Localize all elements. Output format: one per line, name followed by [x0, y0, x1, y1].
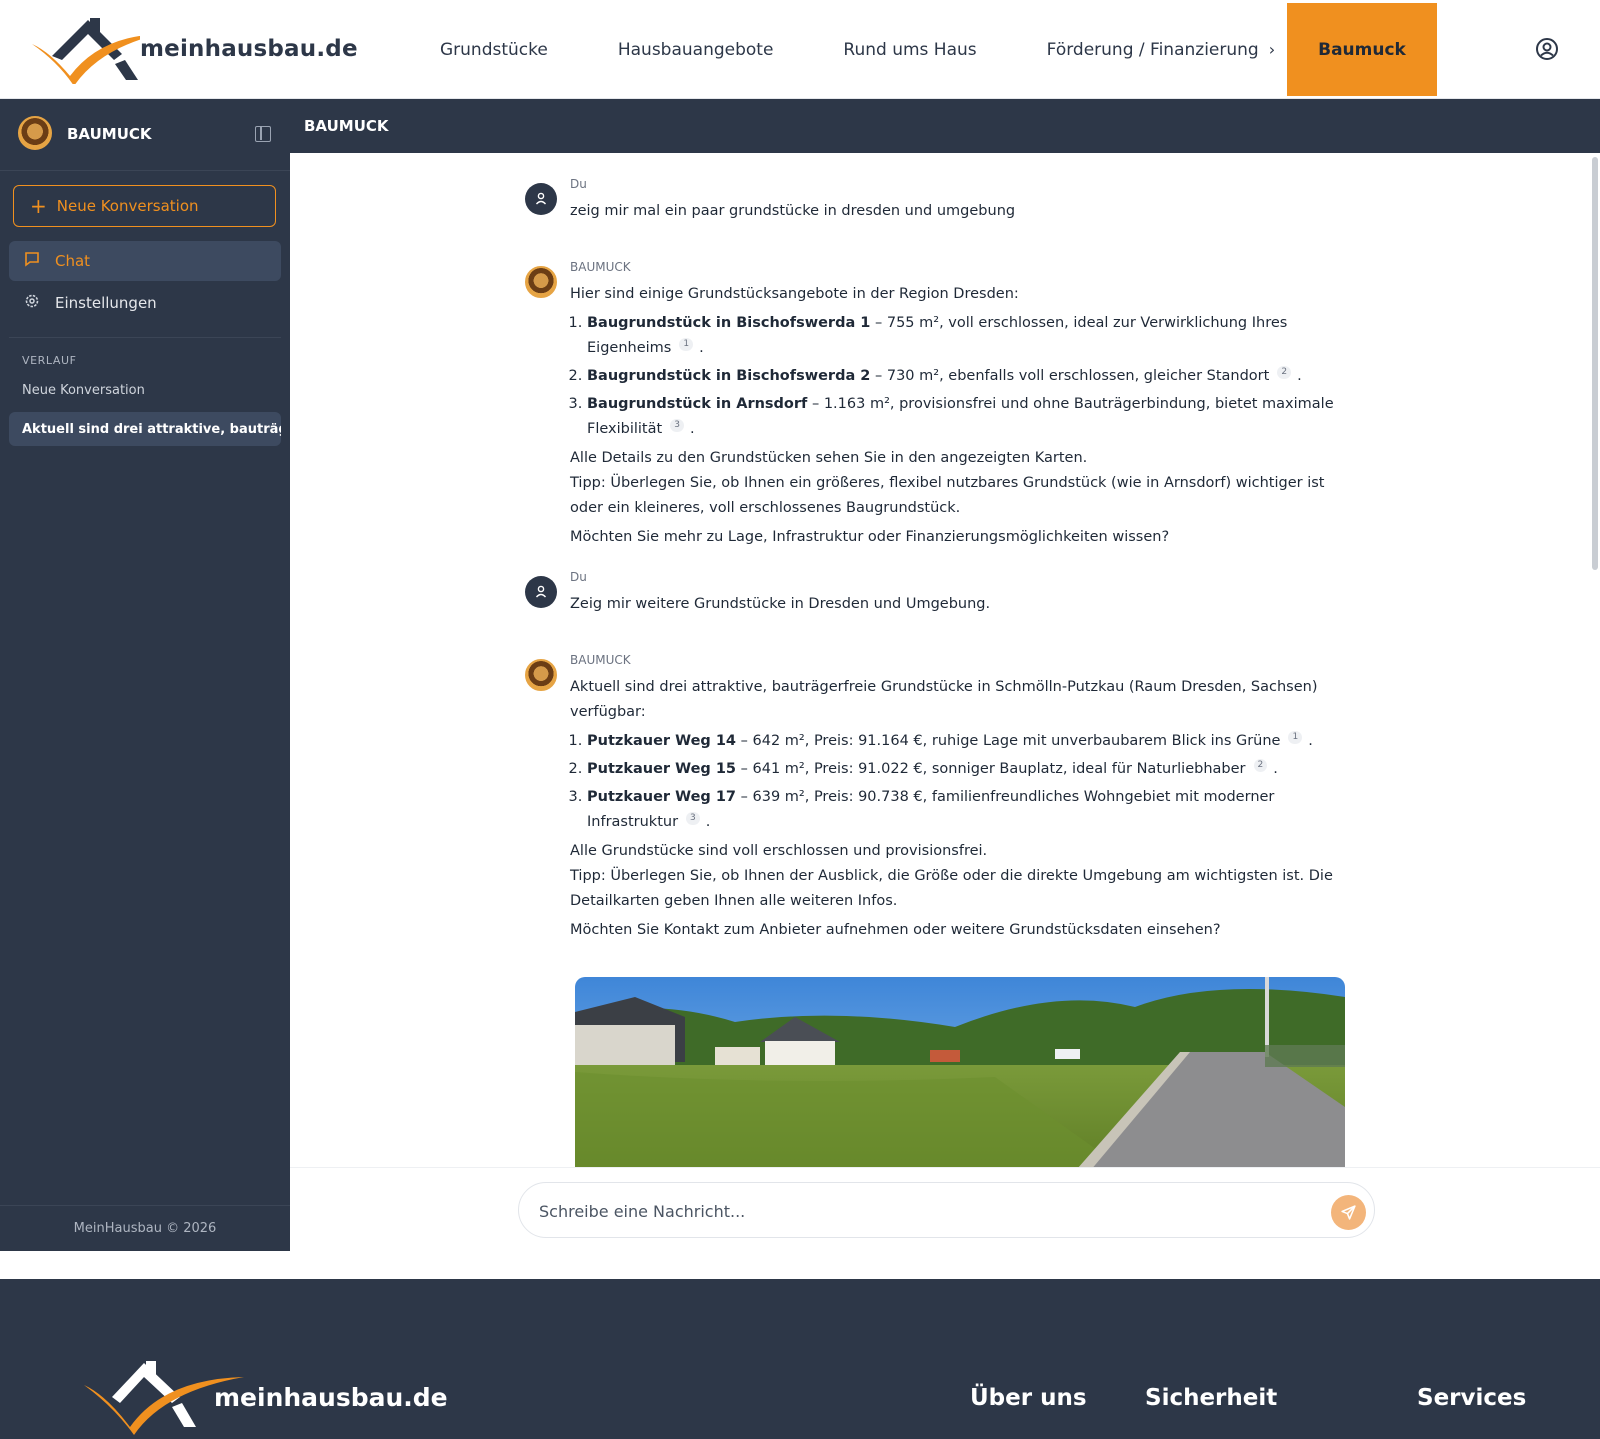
message-author: BAUMUCK: [570, 260, 631, 274]
footer-link-services[interactable]: Services: [1417, 1385, 1526, 1411]
offer-title: Baugrundstück in Arnsdorf: [587, 396, 808, 412]
message-intro: Hier sind einige Grundstücksangebote in …: [570, 286, 1019, 302]
offer-list: Baugrundstück in Bischofswerda 1 – 755 m…: [570, 311, 1360, 442]
message-input[interactable]: [539, 1197, 1319, 1225]
new-conversation-label: Neue Konversation: [56, 197, 199, 215]
message-author: Du: [570, 570, 587, 584]
citation-badge[interactable]: 3: [686, 812, 700, 826]
sidebar-item-label: Einstellungen: [55, 294, 157, 312]
sidebar-item-label: Chat: [55, 252, 91, 270]
sidebar-footer: MeinHausbau © 2026: [0, 1205, 290, 1251]
page-footer: meinhausbau.de Über uns Sicherheit Servi…: [0, 1279, 1600, 1439]
message-paragraph: Alle Details zu den Grundstücken sehen S…: [570, 450, 1088, 466]
property-image: [575, 977, 1345, 1167]
message-text: Zeig mir weitere Grundstücke in Dresden …: [570, 596, 991, 612]
top-navigation: meinhausbau.de Grundstücke Hausbauangebo…: [0, 0, 1600, 99]
nav-foerderung[interactable]: Förderung / Finanzierung ›: [1047, 40, 1275, 60]
offer-desc: – 730 m², ebenfalls voll erschlossen, gl…: [870, 368, 1270, 384]
message-composer: [290, 1167, 1600, 1251]
citation-badge[interactable]: 3: [670, 419, 684, 433]
footer-link-ueber-uns[interactable]: Über uns: [970, 1385, 1087, 1411]
message-author: Du: [570, 177, 587, 191]
sidebar: BAUMUCK + Neue Konversation Chat Einstel…: [0, 99, 290, 1251]
nav-foerderung-label: Förderung / Finanzierung: [1046, 39, 1259, 60]
list-item: Baugrundstück in Arnsdorf – 1.163 m², pr…: [587, 392, 1360, 442]
house-logo-icon: [32, 18, 160, 86]
offer-title: Baugrundstück in Bischofswerda 1: [587, 315, 871, 331]
offer-desc: – 641 m², Preis: 91.022 €, sonniger Baup…: [736, 761, 1246, 777]
offer-list: Putzkauer Weg 14 – 642 m², Preis: 91.164…: [570, 729, 1360, 835]
message-paragraph: Möchten Sie mehr zu Lage, Infrastruktur …: [570, 529, 1170, 545]
sidebar-item-chat[interactable]: Chat: [9, 241, 281, 281]
main-nav: Grundstücke Hausbauangebote Rund ums Hau…: [440, 0, 1345, 99]
user-account-icon[interactable]: [1535, 37, 1559, 61]
message-paragraph: Tipp: Überlegen Sie, ob Ihnen ein größer…: [570, 475, 1325, 516]
list-item: Putzkauer Weg 15 – 641 m², Preis: 91.022…: [587, 757, 1360, 782]
message-author: BAUMUCK: [570, 653, 631, 667]
nav-hausbauangebote[interactable]: Hausbauangebote: [618, 40, 774, 60]
footer-logo[interactable]: meinhausbau.de: [84, 1355, 448, 1435]
message-text: zeig mir mal ein paar grundstücke in dre…: [570, 203, 1016, 219]
baumuck-avatar: [18, 116, 52, 150]
citation-badge[interactable]: 2: [1253, 759, 1268, 773]
sidebar-item-settings[interactable]: Einstellungen: [9, 283, 281, 323]
citation-badge[interactable]: 1: [1288, 731, 1303, 745]
sidebar-title: BAUMUCK: [67, 125, 152, 143]
nav-rund-ums-haus[interactable]: Rund ums Haus: [843, 40, 976, 60]
history-section-title: VERLAUF: [22, 354, 77, 367]
list-item: Putzkauer Weg 17 – 639 m², Preis: 90.738…: [587, 785, 1360, 835]
chevron-right-icon: ›: [1268, 40, 1276, 59]
offer-title: Putzkauer Weg 17: [587, 789, 737, 805]
user-icon: [535, 585, 547, 598]
plus-icon: +: [30, 194, 47, 218]
baumuck-avatar: [525, 659, 557, 691]
logo-text: meinhausbau.de: [140, 36, 358, 62]
new-conversation-button[interactable]: + Neue Konversation: [13, 185, 276, 227]
footer-logo-text: meinhausbau.de: [214, 1383, 448, 1412]
list-item: Baugrundstück in Bischofswerda 1 – 755 m…: [587, 311, 1360, 361]
list-item: Baugrundstück in Bischofswerda 2 – 730 m…: [587, 364, 1360, 389]
message-paragraph: Möchten Sie Kontakt zum Anbieter aufnehm…: [570, 922, 1221, 938]
list-item: Putzkauer Weg 14 – 642 m², Preis: 91.164…: [587, 729, 1360, 754]
offer-title: Putzkauer Weg 15: [587, 761, 737, 777]
nav-grundstuecke[interactable]: Grundstücke: [440, 40, 548, 60]
sidebar-header: BAUMUCK: [0, 99, 290, 171]
history-item[interactable]: Neue Konversation: [22, 383, 145, 398]
history-item-active[interactable]: Aktuell sind drei attraktive, bauträgerf…: [9, 412, 281, 446]
property-photo[interactable]: [575, 977, 1345, 1167]
message-paragraph: Tipp: Überlegen Sie, ob Ihnen der Ausbli…: [570, 868, 1333, 909]
gear-icon: [23, 293, 41, 313]
chat-messages: Du zeig mir mal ein paar grundstücke in …: [290, 153, 1600, 1167]
chat-header: BAUMUCK: [290, 99, 1600, 153]
site-logo[interactable]: meinhausbau.de: [30, 14, 358, 86]
scrollbar[interactable]: [1592, 157, 1598, 570]
offer-title: Putzkauer Weg 14: [587, 733, 737, 749]
chat-icon: [23, 251, 41, 271]
user-avatar: [525, 576, 557, 608]
offer-title: Baugrundstück in Bischofswerda 2: [587, 368, 871, 384]
nav-baumuck[interactable]: Baumuck: [1287, 3, 1437, 96]
send-icon: [1341, 1205, 1356, 1220]
offer-desc: – 642 m², Preis: 91.164 €, ruhige Lage m…: [736, 733, 1281, 749]
user-icon: [535, 192, 547, 205]
sidebar-divider: [9, 337, 281, 338]
message-intro: Aktuell sind drei attraktive, bauträgerf…: [570, 679, 1318, 720]
chat-title: BAUMUCK: [304, 117, 389, 135]
footer-link-sicherheit[interactable]: Sicherheit: [1145, 1385, 1277, 1411]
citation-badge[interactable]: 2: [1277, 366, 1292, 380]
user-avatar: [525, 183, 557, 215]
citation-badge[interactable]: 1: [679, 338, 694, 352]
message-paragraph: Alle Grundstücke sind voll erschlossen u…: [570, 843, 988, 859]
message-input-wrapper: [518, 1182, 1375, 1238]
baumuck-avatar: [525, 266, 557, 298]
send-button[interactable]: [1331, 1195, 1366, 1230]
sidebar-collapse-icon[interactable]: [255, 126, 271, 142]
